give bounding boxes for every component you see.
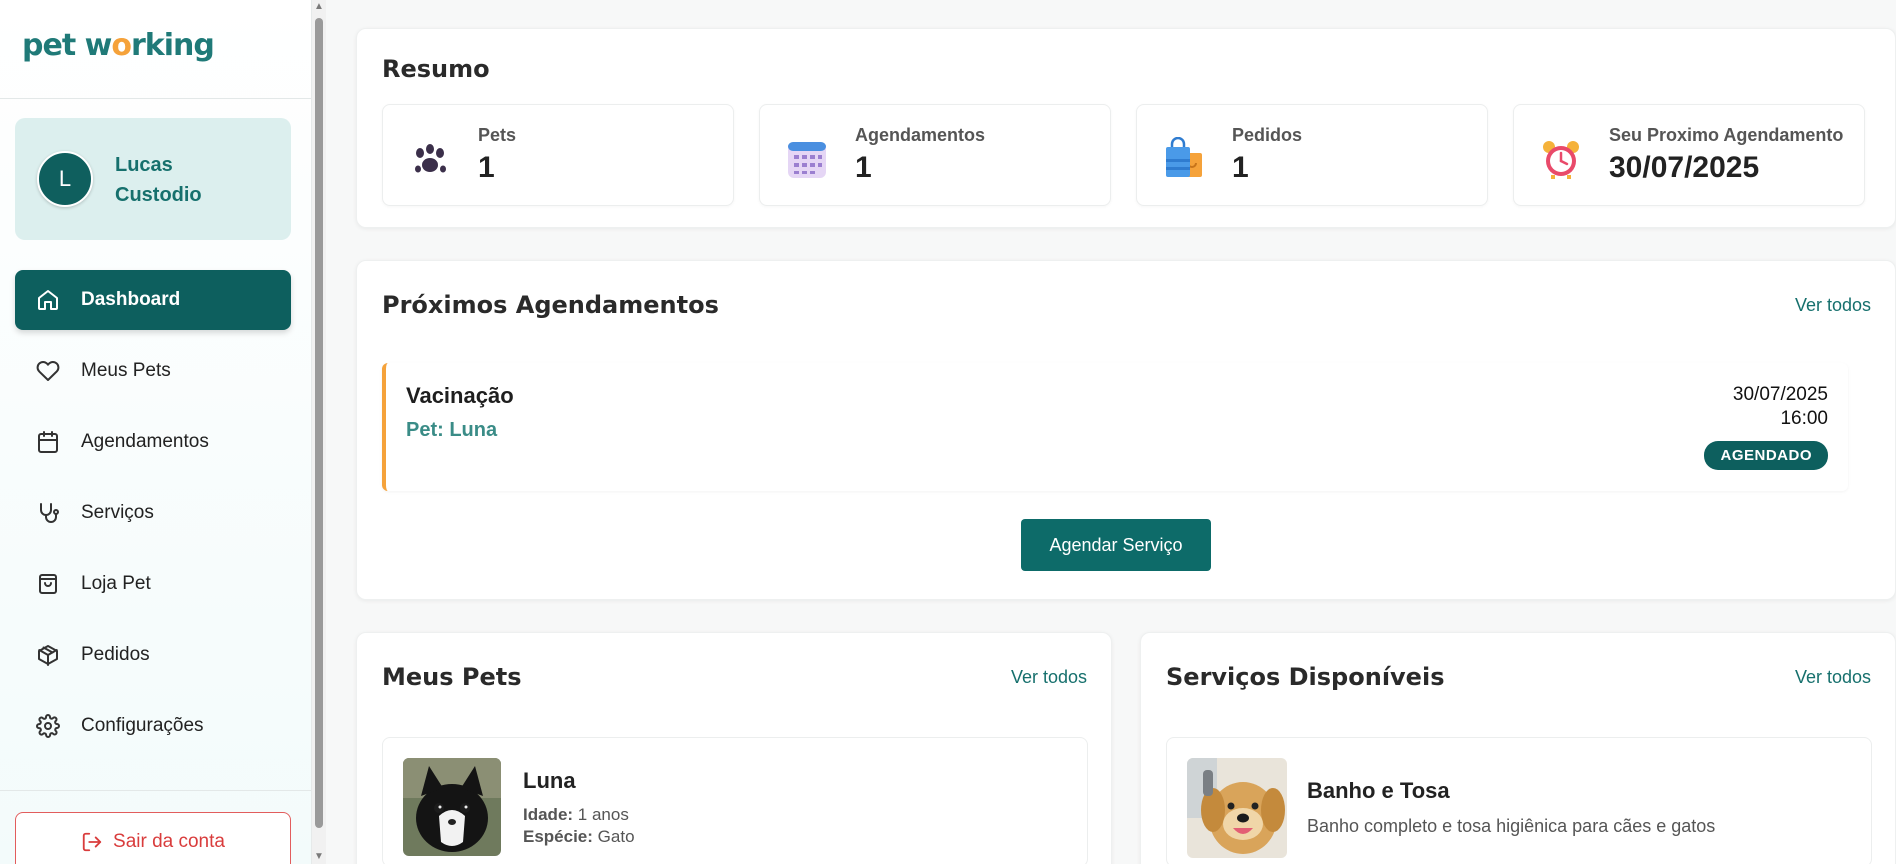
sidebar-item-servicos[interactable]: Serviços [15,483,291,543]
stat-value: 1 [1232,151,1249,184]
sidebar-item-label: Configurações [81,715,204,736]
resumo-title: Resumo [382,55,490,83]
resumo-panel: Resumo Pets 1 Agendamentos 1 Pedidos 1 S… [356,28,1896,228]
stat-label: Agendamentos [855,125,986,145]
logo-text-start: pet w [22,28,112,63]
pet-age-label: Idade: [523,805,574,824]
calendar-icon [35,429,61,455]
petworking-logo[interactable]: pet working [22,28,215,63]
sidebar-nav: Dashboard Meus Pets Agendamentos Serviço… [15,270,291,767]
appointment-time: 16:00 [1780,408,1828,429]
pet-card[interactable]: Luna Idade: 1 anos Espécie: Gato [382,737,1088,864]
ver-todos-agendamentos-link[interactable]: Ver todos [1795,295,1871,316]
pet-photo [403,758,501,856]
calendar-icon [785,137,829,181]
appointment-service: Vacinação [406,383,514,408]
stat-card-proximo-agendamento: Seu Proximo Agendamento 30/07/2025 [1513,104,1865,206]
servicos-disponiveis-panel: Serviços Disponíveis Ver todos Banho e T… [1140,632,1896,864]
shopping-bag-icon [35,571,61,597]
meus-pets-title: Meus Pets [382,663,522,691]
logout-icon [81,831,103,853]
proximos-agendamentos-panel: Próximos Agendamentos Ver todos Vacinaçã… [356,260,1896,600]
home-icon [35,287,61,313]
sidebar-item-agendamentos[interactable]: Agendamentos [15,412,291,472]
appointment-pet: Pet: Luna [406,419,498,441]
sidebar-item-label: Meus Pets [81,360,171,381]
logo-text-end: rking [130,28,215,63]
pet-name: Luna [523,768,576,793]
service-photo [1187,758,1287,858]
scroll-down-arrow-icon[interactable]: ▼ [314,852,324,862]
paw-icon [408,137,452,181]
sidebar-item-loja-pet[interactable]: Loja Pet [15,554,291,614]
appointment-card[interactable]: Vacinação Pet: Luna 30/07/2025 16:00 AGE… [382,363,1848,491]
stat-value: 1 [855,151,872,184]
ver-todos-servicos-link[interactable]: Ver todos [1795,667,1871,688]
main-content: Resumo Pets 1 Agendamentos 1 Pedidos 1 S… [326,0,1896,864]
sidebar-item-configuracoes[interactable]: Configurações [15,696,291,756]
pet-species-label: Espécie: [523,827,593,846]
pet-info: Idade: 1 anos Espécie: Gato [523,804,635,848]
stat-card-pets: Pets 1 [382,104,734,206]
scrollbar-thumb[interactable] [315,18,323,828]
sidebar-item-label: Serviços [81,502,154,523]
service-description: Banho completo e tosa higiênica para cãe… [1307,816,1716,836]
servicos-title: Serviços Disponíveis [1166,663,1445,691]
service-name: Banho e Tosa [1307,778,1450,803]
user-name: Lucas Custodio [115,154,202,206]
avatar-initial: L [58,166,72,191]
sidebar-item-label: Pedidos [81,644,150,665]
appointment-date: 30/07/2025 [1732,384,1828,405]
status-badge: AGENDADO [1704,441,1828,470]
sidebar-item-label: Agendamentos [81,431,209,452]
sidebar: pet working L Lucas Custodio Dashboard M… [0,0,312,864]
logout-label: Sair da conta [113,831,225,852]
stat-card-agendamentos: Agendamentos 1 [759,104,1111,206]
agendar-servico-button[interactable]: Agendar Serviço [1021,519,1211,571]
sidebar-item-dashboard[interactable]: Dashboard [15,270,291,330]
sidebar-item-pedidos[interactable]: Pedidos [15,625,291,685]
avatar: L [37,151,93,207]
divider [0,790,311,791]
stethoscope-icon [35,500,61,526]
service-card[interactable]: Banho e Tosa Banho completo e tosa higiê… [1166,737,1872,864]
stat-label: Seu Proximo Agendamento [1609,125,1844,145]
pet-species: Gato [597,827,635,846]
scroll-up-arrow-icon[interactable]: ▲ [314,2,324,12]
stat-label: Pets [478,125,517,145]
heart-icon [35,358,61,384]
sidebar-scrollbar[interactable]: ▲ ▼ [312,0,326,864]
package-icon [35,642,61,668]
divider [0,98,311,99]
gear-icon [35,713,61,739]
stat-label: Pedidos [1232,125,1303,145]
stat-value: 1 [478,151,495,184]
sidebar-item-label: Loja Pet [81,573,151,594]
appointment-datetime: 30/07/2025 16:00 [1733,383,1828,431]
proximos-title: Próximos Agendamentos [382,291,719,319]
user-card: L Lucas Custodio [15,118,291,240]
meus-pets-panel: Meus Pets Ver todos Luna Idade: 1 anos E… [356,632,1112,864]
shopping-bags-icon [1162,137,1206,181]
sidebar-item-meus-pets[interactable]: Meus Pets [15,341,291,401]
stat-card-pedidos: Pedidos 1 [1136,104,1488,206]
ver-todos-pets-link[interactable]: Ver todos [1011,667,1087,688]
logo-text-o: o [111,28,132,63]
alarm-clock-icon [1539,137,1583,181]
sidebar-item-label: Dashboard [81,289,181,310]
stat-value: 30/07/2025 [1609,151,1760,184]
logout-button[interactable]: Sair da conta [15,812,291,864]
pet-age: 1 anos [577,805,629,824]
